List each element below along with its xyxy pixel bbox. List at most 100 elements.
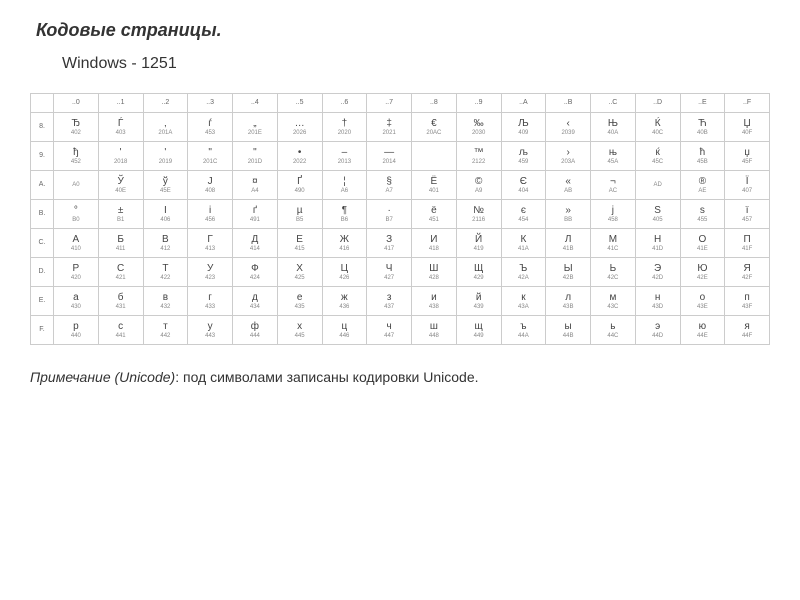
col-header: ..8 <box>412 94 457 113</box>
codepage-cell: ы44B <box>546 316 591 345</box>
codepage-cell: Ы42B <box>546 258 591 287</box>
col-header: ..3 <box>188 94 233 113</box>
codepage-cell: ©A9 <box>456 171 501 200</box>
codepage-cell: О41E <box>680 229 725 258</box>
col-header: ..1 <box>98 94 143 113</box>
codepage-cell: Ў40E <box>98 171 143 200</box>
codepage-cell: о43E <box>680 287 725 316</box>
codepage-cell: Н41D <box>635 229 680 258</box>
codepage-cell: щ449 <box>456 316 501 345</box>
codepage-cell: "201D <box>233 142 278 171</box>
codepage-cell: э44D <box>635 316 680 345</box>
codepage-cell: Ю42E <box>680 258 725 287</box>
codepage-cell: ђ452 <box>54 142 99 171</box>
codepage-cell: с441 <box>98 316 143 345</box>
row-header: 8. <box>31 113 54 142</box>
codepage-cell: І406 <box>143 200 188 229</box>
codepage-cell: Щ429 <box>456 258 501 287</box>
codepage-cell: у443 <box>188 316 233 345</box>
codepage-cell: є454 <box>501 200 546 229</box>
codepage-cell: т442 <box>143 316 188 345</box>
codepage-cell: Ї407 <box>725 171 770 200</box>
codepage-cell: З417 <box>367 229 412 258</box>
col-header: ..A <box>501 94 546 113</box>
codepage-cell: Љ409 <box>501 113 546 142</box>
codepage-cell: ‹2039 <box>546 113 591 142</box>
col-header: ..4 <box>233 94 278 113</box>
col-header: ..0 <box>54 94 99 113</box>
codepage-cell: Ц426 <box>322 258 367 287</box>
codepage-cell: Ќ40C <box>635 113 680 142</box>
codepage-cell: н43D <box>635 287 680 316</box>
codepage-cell: Ј408 <box>188 171 233 200</box>
codepage-cell: з437 <box>367 287 412 316</box>
codepage-cell: Б411 <box>98 229 143 258</box>
codepage-cell: ж436 <box>322 287 367 316</box>
codepage-cell: Л41B <box>546 229 591 258</box>
codepage-cell: ц446 <box>322 316 367 345</box>
codepage-cell: –2013 <box>322 142 367 171</box>
col-header: ..5 <box>277 94 322 113</box>
codepage-cell: †2020 <box>322 113 367 142</box>
codepage-cell: „201E <box>233 113 278 142</box>
codepage-cell: —2014 <box>367 142 412 171</box>
codepage-cell: Т422 <box>143 258 188 287</box>
codepage-cell: ч447 <box>367 316 412 345</box>
codepage-cell: Ъ42A <box>501 258 546 287</box>
col-header: ..C <box>591 94 636 113</box>
codepage-cell: Њ40A <box>591 113 636 142</box>
subtitle: Windows - 1251 <box>62 55 770 73</box>
codepage-cell: л43B <box>546 287 591 316</box>
codepage-cell: б431 <box>98 287 143 316</box>
codepage-cell: ‚201A <box>143 113 188 142</box>
codepage-cell: и438 <box>412 287 457 316</box>
codepage-cell: В412 <box>143 229 188 258</box>
row-header: 9. <box>31 142 54 171</box>
codepage-cell: њ45A <box>591 142 636 171</box>
codepage-cell: И418 <box>412 229 457 258</box>
codepage-cell: ®AE <box>680 171 725 200</box>
codepage-cell: У423 <box>188 258 233 287</box>
codepage-cell: Е415 <box>277 229 322 258</box>
codepage-cell: «AB <box>546 171 591 200</box>
codepage-cell: Ш428 <box>412 258 457 287</box>
codepage-cell: ґ491 <box>233 200 278 229</box>
codepage-cell: ю44E <box>680 316 725 345</box>
codepage-cell: »BB <box>546 200 591 229</box>
codepage-cell: П41F <box>725 229 770 258</box>
codepage-cell: ё451 <box>412 200 457 229</box>
codepage-cell: ‰2030 <box>456 113 501 142</box>
page-title: Кодовые страницы. <box>36 20 770 41</box>
codepage-cell: Є404 <box>501 171 546 200</box>
codepage-cell: К41A <box>501 229 546 258</box>
codepage-cell: љ459 <box>501 142 546 171</box>
codepage-cell: №2116 <box>456 200 501 229</box>
row-header: C. <box>31 229 54 258</box>
codepage-cell: Ё401 <box>412 171 457 200</box>
codepage-cell: Џ40F <box>725 113 770 142</box>
codepage-cell: к43A <box>501 287 546 316</box>
codepage-cell: С421 <box>98 258 143 287</box>
codepage-cell: ѕ455 <box>680 200 725 229</box>
codepage-cell: Г413 <box>188 229 233 258</box>
codepage-cell: Э42D <box>635 258 680 287</box>
codepage-cell: Ѕ405 <box>635 200 680 229</box>
codepage-cell: ¬AC <box>591 171 636 200</box>
codepage-cell: ћ45B <box>680 142 725 171</box>
codepage-cell: µB5 <box>277 200 322 229</box>
codepage-cell: д434 <box>233 287 278 316</box>
codepage-cell: џ45F <box>725 142 770 171</box>
codepage-table: ..0..1..2..3..4..5..6..7..8..9..A..B..C.… <box>30 93 770 345</box>
row-header: B. <box>31 200 54 229</box>
codepage-cell: х445 <box>277 316 322 345</box>
codepage-cell: Ж416 <box>322 229 367 258</box>
col-header: ..B <box>546 94 591 113</box>
codepage-cell: А410 <box>54 229 99 258</box>
col-header: ..6 <box>322 94 367 113</box>
codepage-cell: ь44C <box>591 316 636 345</box>
row-header: E. <box>31 287 54 316</box>
codepage-cell: і456 <box>188 200 233 229</box>
codepage-cell: М41C <box>591 229 636 258</box>
col-header: ..9 <box>456 94 501 113</box>
codepage-cell: Я42F <box>725 258 770 287</box>
